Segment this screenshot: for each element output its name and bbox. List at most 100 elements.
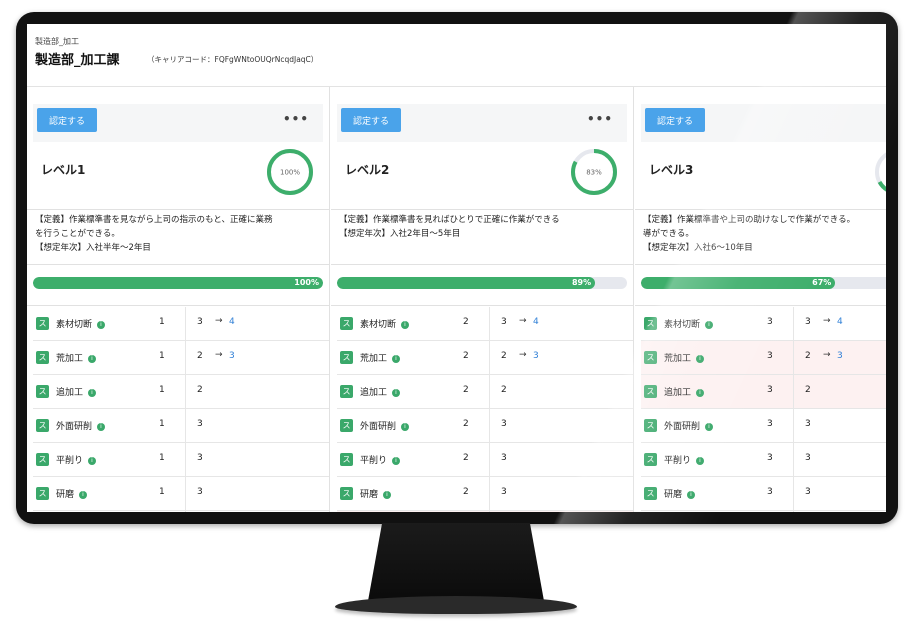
skill-type-badge: ス (340, 419, 353, 432)
info-icon[interactable]: i (88, 457, 97, 465)
monitor-stand-base (335, 596, 577, 614)
cell-divider (185, 375, 186, 408)
skill-name-label: 荒加工 (360, 354, 388, 364)
skill-name-label: 平削り (56, 456, 84, 466)
skill-row[interactable]: ス 研磨 i 1 3 (33, 477, 329, 511)
target-level[interactable]: 4 (229, 317, 235, 327)
divider (27, 264, 329, 265)
skill-name-label: 平削り (360, 456, 388, 466)
info-icon[interactable]: i (88, 389, 97, 397)
info-icon[interactable]: i (79, 491, 88, 499)
skill-name-label: 素材切断 (56, 320, 93, 330)
bezel-reflection (418, 12, 898, 524)
skill-row[interactable]: ス 荒加工 i 1 2 → 3 (33, 341, 329, 375)
skill-row[interactable]: ス 特殊品加工i 1 1 (33, 511, 329, 512)
skill-name[interactable]: 荒加工 i (56, 351, 97, 364)
skill-type-badge: ス (340, 487, 353, 500)
skill-row[interactable]: ス 素材切断 i 1 3 → 4 (33, 307, 329, 341)
level-title: レベル2 (345, 163, 390, 177)
skill-type-badge: ス (340, 453, 353, 466)
skill-name[interactable]: 追加工 i (360, 385, 401, 398)
skill-name-label: 研磨 (360, 490, 379, 500)
divider (27, 305, 329, 306)
monitor-bezel: 製造部_加工 製造部_加工課 （キャリアコード：FQFgWNtoOUQrNcqd… (16, 12, 898, 524)
skill-type-badge: ス (340, 351, 353, 364)
arrow-right-icon: → (215, 350, 223, 360)
certify-button[interactable]: 認定する (341, 108, 401, 132)
skill-type-badge: ス (36, 487, 49, 500)
skill-name[interactable]: 研磨 i (56, 487, 88, 500)
required-level: 1 (159, 385, 165, 395)
progress-ring: 100% (267, 149, 313, 195)
skill-type-badge: ス (36, 317, 49, 330)
skill-name-label: 外面研削 (56, 422, 93, 432)
current-level: 2 (197, 385, 203, 395)
level-definition: 【定義】作業標準書を見ながら上司の指示のもと、正確に業務 を行うことができる。 【想… (35, 213, 323, 255)
info-icon[interactable]: i (392, 389, 401, 397)
level-title: レベル1 (41, 163, 86, 177)
more-options-icon[interactable]: ••• (283, 113, 309, 125)
current-level: 3 (197, 453, 203, 463)
skill-type-badge: ス (36, 453, 49, 466)
skill-name[interactable]: 外面研削 i (360, 419, 410, 432)
info-icon[interactable]: i (97, 423, 106, 431)
required-level: 1 (159, 453, 165, 463)
skill-type-badge: ス (36, 351, 49, 364)
certify-button[interactable]: 認定する (37, 108, 97, 132)
skill-row[interactable]: ス 追加工 i 1 2 (33, 375, 329, 409)
info-icon[interactable]: i (392, 457, 401, 465)
cell-divider (185, 511, 186, 512)
skill-name-label: 素材切断 (360, 320, 397, 330)
required-level: 1 (159, 317, 165, 327)
skill-name-label: 追加工 (360, 388, 388, 398)
cell-divider (185, 477, 186, 510)
cell-divider (185, 443, 186, 476)
skill-name[interactable]: 追加工 i (56, 385, 97, 398)
divider (27, 209, 329, 210)
required-level: 1 (159, 351, 165, 361)
skill-row[interactable]: ス 平削り i 1 3 (33, 443, 329, 477)
ring-label: 100% (280, 169, 300, 177)
definition-line: 【定義】作業標準書を見ながら上司の指示のもと、正確に業務 (35, 215, 273, 225)
current-level: 3 (197, 317, 203, 327)
page-title: 製造部_加工課 (35, 53, 120, 68)
breadcrumb[interactable]: 製造部_加工 (35, 36, 79, 47)
skill-name[interactable]: 素材切断 i (56, 317, 106, 330)
required-level: 1 (159, 487, 165, 497)
skill-row[interactable]: ス 外面研削 i 1 3 (33, 409, 329, 443)
skill-name[interactable]: 平削り i (360, 453, 401, 466)
skill-name-label: 追加工 (56, 388, 84, 398)
progress-bar-fill: 100% (33, 277, 323, 289)
skill-name[interactable]: 素材切断 i (360, 317, 410, 330)
info-icon[interactable]: i (383, 491, 392, 499)
info-icon[interactable]: i (401, 321, 410, 329)
arrow-right-icon: → (215, 316, 223, 326)
skill-name[interactable]: 荒加工 i (360, 351, 401, 364)
skill-type-badge: ス (36, 419, 49, 432)
required-level: 1 (159, 419, 165, 429)
target-level[interactable]: 3 (229, 351, 235, 361)
current-level: 3 (197, 487, 203, 497)
info-icon[interactable]: i (401, 423, 410, 431)
progress-label: 100% (294, 278, 319, 287)
cell-divider (185, 341, 186, 374)
skill-name-label: 研磨 (56, 490, 75, 500)
skill-type-badge: ス (340, 385, 353, 398)
skill-name[interactable]: 平削り i (56, 453, 97, 466)
info-icon[interactable]: i (392, 355, 401, 363)
monitor-stand-neck (368, 523, 544, 601)
career-code: （キャリアコード：FQFgWNtoOUQrNcqdJaqC） (147, 55, 319, 64)
skill-type-badge: ス (340, 317, 353, 330)
info-icon[interactable]: i (97, 321, 106, 329)
cell-divider (185, 409, 186, 442)
info-icon[interactable]: i (88, 355, 97, 363)
current-level: 2 (197, 351, 203, 361)
skill-name[interactable]: 研磨 i (360, 487, 392, 500)
level-column: 認定する ••• レベル1 100% 【定義】作業標準書を見ながら上司の指示のも… (27, 87, 330, 512)
progress-bar: 100% (33, 277, 323, 289)
skill-list: ス 素材切断 i 1 3 → 4 ス 荒加工 i 1 2 → 3 ス 追加工 i 1 … (33, 307, 329, 512)
skill-name[interactable]: 外面研削 i (56, 419, 106, 432)
skill-name-label: 外面研削 (360, 422, 397, 432)
skill-name-label: 荒加工 (56, 354, 84, 364)
cell-divider (185, 307, 186, 340)
